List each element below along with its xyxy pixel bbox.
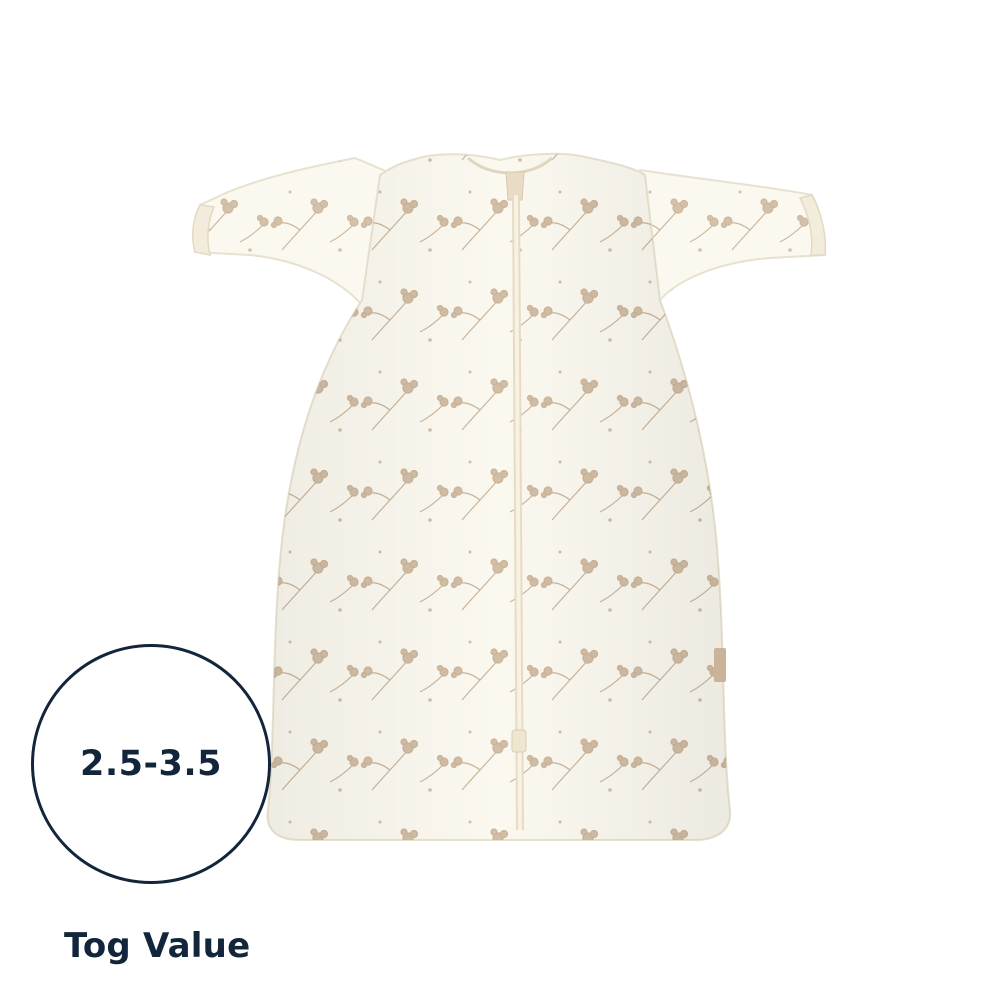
tog-label: Tog Value: [64, 926, 251, 966]
tog-badge: 2.5-3.5: [31, 644, 271, 884]
tog-value: 2.5-3.5: [79, 744, 223, 784]
right-sleeve: [639, 168, 827, 302]
